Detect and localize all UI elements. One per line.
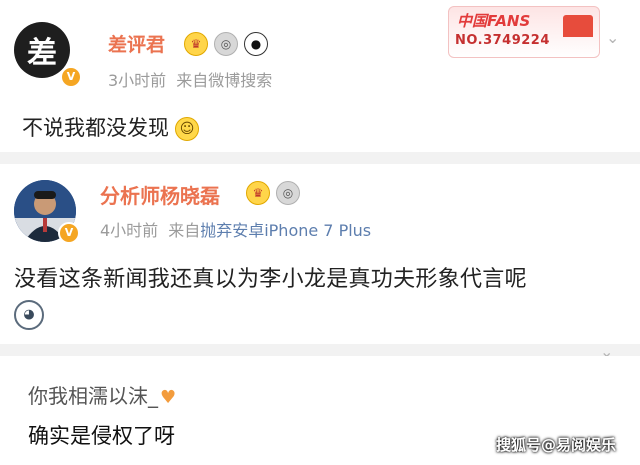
comment-text: 确实是侵权了呀	[28, 424, 175, 448]
comment-author-line: 你我相濡以沫_ ♥	[28, 380, 176, 409]
fans-badge[interactable]: 中国FANS NO.3749224	[448, 6, 600, 58]
comment-text: 你我相濡以沫_	[28, 384, 158, 408]
gate-icon	[563, 15, 593, 37]
post-card: 差 V 差评君 ♛ ◎ ● 3小时前 来自微博搜索 中国FANS NO.37492…	[0, 0, 640, 152]
avatar-text: 差	[27, 36, 57, 71]
user-badges: ♛ ◎ ●	[184, 32, 268, 56]
post-source: 来自微博搜索	[176, 71, 273, 90]
post-content: 不说我都没发现 ☺	[22, 112, 199, 142]
user-badges: ♛ ◎	[246, 181, 300, 205]
verified-icon: V	[60, 66, 82, 88]
verified-icon: V	[58, 222, 80, 244]
username[interactable]: 分析师杨晓磊	[100, 180, 220, 209]
post-text: 没看这条新闻我还真以为李小龙是真功夫形象代言呢	[14, 267, 527, 292]
post-card: ⌄	[0, 164, 640, 361]
post-time: 3小时前	[108, 71, 167, 90]
fans-badge-number: NO.3749224	[455, 33, 550, 48]
post-text: 不说我都没发现	[22, 116, 169, 140]
username[interactable]: 差评君	[108, 30, 165, 57]
post-meta: 3小时前 来自微博搜索	[108, 67, 272, 91]
fans-badge-title: 中国FANS	[457, 12, 531, 30]
crown-icon[interactable]: ♛	[246, 181, 270, 205]
post-time: 4小时前	[100, 221, 159, 240]
panda-icon[interactable]: ●	[244, 32, 268, 56]
chevron-down-icon[interactable]: ⌄	[606, 28, 619, 47]
husky-emoji-icon: ◕	[14, 300, 44, 330]
heart-icon: ♥	[160, 387, 177, 408]
post-device-link[interactable]: 抛弃安卓iPhone 7 Plus	[200, 221, 371, 240]
post-meta: 4小时前 来自抛弃安卓iPhone 7 Plus	[100, 217, 371, 241]
medal-icon[interactable]: ◎	[276, 181, 300, 205]
watermark: 搜狐号@易阅娱乐	[496, 436, 617, 454]
medal-icon[interactable]: ◎	[214, 32, 238, 56]
crown-icon[interactable]: ♛	[184, 32, 208, 56]
weibo-feed: 差 V 差评君 ♛ ◎ ● 3小时前 来自微博搜索 中国FANS NO.37492…	[0, 0, 640, 465]
laugh-cry-emoji-icon: ☺	[175, 117, 199, 141]
post-source-prefix: 来自	[168, 221, 201, 240]
